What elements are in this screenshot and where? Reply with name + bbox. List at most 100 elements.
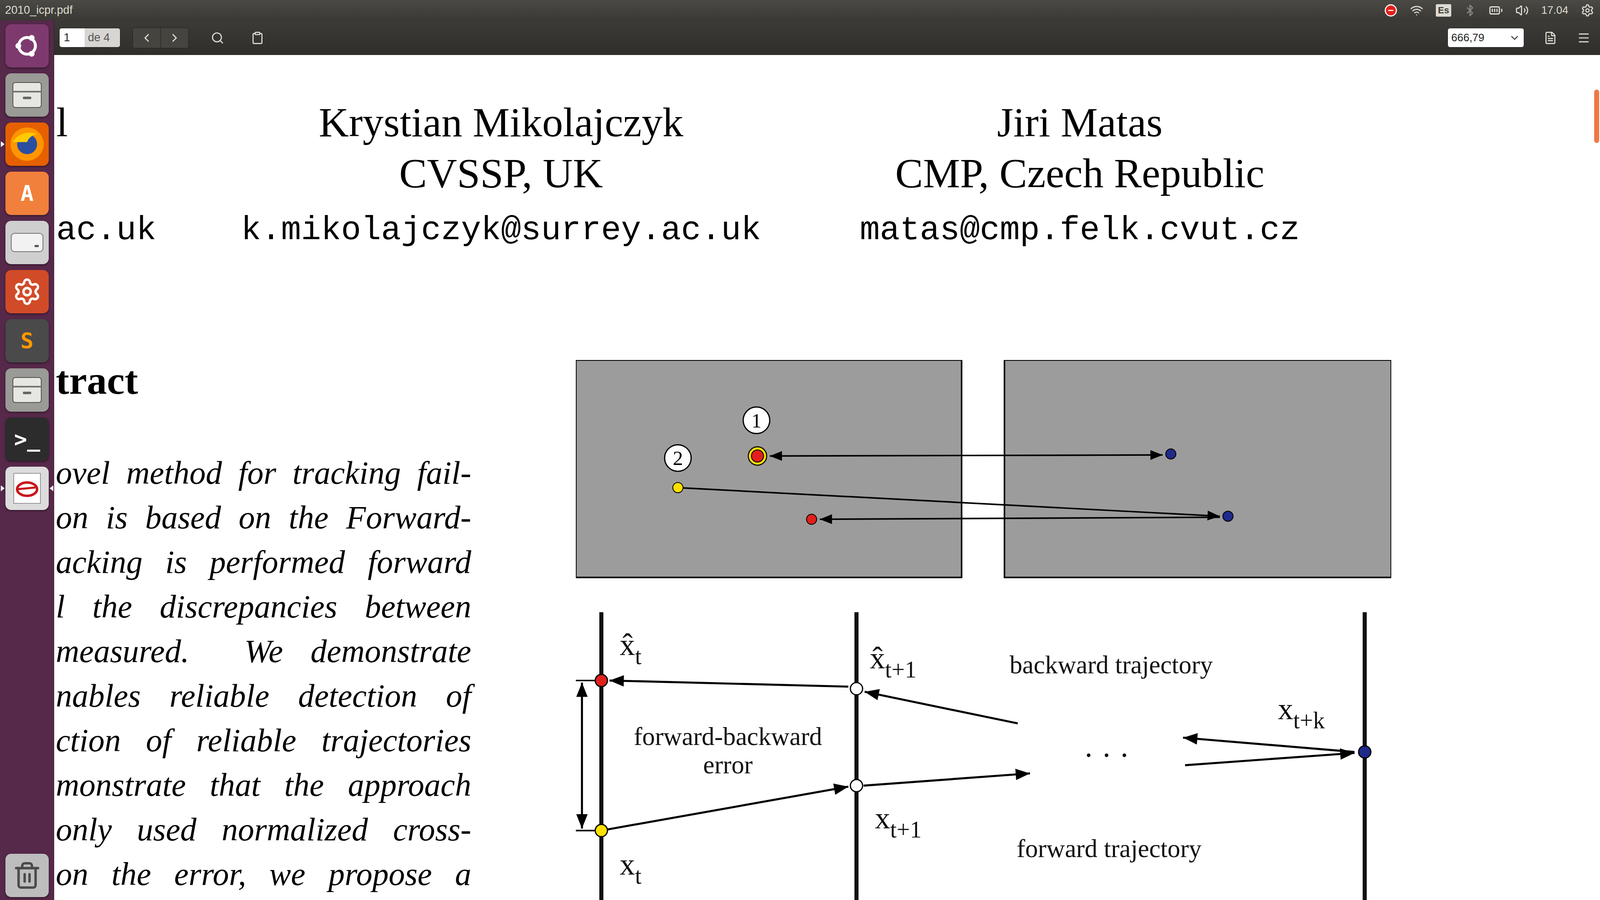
point-label: xt — [619, 847, 642, 889]
files-icon — [10, 373, 44, 407]
author-name: Krystian Mikolajczyk — [211, 97, 791, 148]
active-indicator — [49, 485, 54, 492]
launcher-item[interactable] — [0, 850, 55, 900]
battery-icon[interactable] — [1488, 3, 1503, 18]
sidebar-button[interactable] — [246, 27, 269, 49]
launcher-item[interactable] — [0, 365, 55, 415]
trajectory-point — [595, 824, 608, 837]
authors: lac.ukKrystian MikolajczykCVSSP, UKk.mik… — [54, 55, 1600, 252]
zoom-field[interactable]: 666,79 — [1447, 27, 1525, 48]
body: tractovel method for tracking fail-on is… — [54, 355, 1600, 900]
document-page: lac.ukKrystian MikolajczykCVSSP, UKk.mik… — [54, 55, 1600, 900]
document-viewer: 1de 4 666,79 l ac.uk Krystian MikolajczykCVS… — [54, 20, 1600, 900]
backward-label: backward trajectory — [1009, 650, 1213, 679]
author-name: l — [56, 97, 212, 148]
volume-icon[interactable] — [1515, 3, 1529, 18]
clock[interactable]: 17.04 — [1541, 2, 1569, 19]
abstract-line: monstrate that the approach — [55, 762, 472, 808]
abstract-line: acking is performed forward — [55, 539, 472, 585]
author-affiliation: CVSSP, UK — [211, 147, 791, 199]
document-viewer-icon — [9, 470, 45, 506]
search-icon — [210, 31, 225, 45]
abstract-line: only used normalized cross- — [55, 807, 472, 852]
backward-arrow — [864, 691, 1018, 724]
files-icon — [10, 78, 44, 112]
author: l ac.uk — [54, 97, 212, 252]
launcher-item[interactable]: S — [0, 316, 55, 366]
launcher-item[interactable] — [0, 119, 55, 169]
previous-page-button[interactable] — [132, 27, 161, 48]
abstract-line: on the error, we propose a — [55, 851, 472, 897]
forward-arrow — [601, 786, 849, 831]
tracked-point — [748, 446, 767, 465]
stop-icon[interactable] — [1384, 3, 1398, 18]
point-label: x̂t — [619, 627, 642, 670]
trajectory-point — [850, 682, 863, 695]
forward-label: forward trajectory — [1016, 834, 1202, 863]
abstract-line: ovel method for tracking fail- — [55, 450, 472, 495]
drive-icon — [9, 230, 45, 255]
launcher-tile: A — [5, 171, 49, 215]
launcher-item[interactable] — [0, 463, 55, 513]
abstract-line: measured. We demonstrate — [55, 628, 472, 674]
chevron-down-icon — [1508, 32, 1521, 44]
page-field[interactable]: 1de 4 — [59, 27, 121, 48]
page-nav — [132, 27, 189, 49]
tracked-point — [672, 482, 683, 493]
forward-arrow — [1185, 752, 1355, 765]
figure-column: 12x̂txtx̂t+1xt+1xt+kforward-backwarderro… — [575, 360, 1392, 900]
launcher-tile — [5, 368, 49, 412]
launcher-item[interactable] — [0, 21, 55, 71]
point-label: x̂t+1 — [869, 641, 917, 683]
launcher-item[interactable] — [0, 217, 55, 268]
gear-icon[interactable] — [1580, 3, 1595, 18]
next-page-button[interactable] — [160, 27, 189, 48]
chevron-right-icon — [167, 31, 182, 45]
launcher-tile — [5, 220, 49, 265]
photo-frame — [1004, 360, 1392, 578]
svg-text:1: 1 — [751, 409, 762, 433]
track-arrow — [677, 487, 1220, 517]
launcher-tile: S — [5, 319, 49, 363]
firefox-icon — [8, 125, 46, 163]
desktop: 2010_icpr.pdf Es 17.04 A S >_ 1de 4 666,79 l ac.u… — [0, 0, 1600, 900]
workspace: A S >_ 1de 4 666,79 l ac.uk Krystian Mikolajczy… — [0, 20, 1600, 900]
point-number: 1 — [743, 407, 770, 434]
window-title: 2010_icpr.pdf — [0, 1, 73, 19]
ellipsis: · · · — [1083, 738, 1130, 773]
launcher-item[interactable]: >_ — [0, 414, 55, 464]
abstract-line: l the discrepancies between — [55, 584, 472, 629]
author-email: ac.uk — [56, 209, 212, 252]
launcher-tile — [5, 466, 49, 510]
abstract-line: ction of reliable trajectories — [55, 717, 472, 763]
launcher-item[interactable]: A — [0, 168, 55, 218]
bluetooth-icon[interactable] — [1463, 4, 1477, 17]
launcher-tile — [5, 122, 49, 166]
launcher-item[interactable] — [0, 70, 55, 120]
backward-arrow — [1182, 737, 1355, 752]
photo-frame — [575, 360, 962, 578]
launcher-glyph: >_ — [14, 428, 41, 450]
launcher-tile — [5, 73, 49, 117]
author-email: matas@cmp.felk.cvut.cz — [790, 209, 1370, 252]
launcher-tile: >_ — [5, 417, 49, 461]
tracked-point — [1222, 511, 1233, 522]
forward-arrow — [863, 773, 1030, 786]
point-label: xt+1 — [875, 801, 922, 843]
scrollbar-thumb[interactable] — [1594, 89, 1600, 143]
search-button[interactable] — [206, 27, 229, 49]
wifi-icon[interactable] — [1410, 3, 1424, 18]
ubuntu-logo-icon — [12, 31, 42, 61]
error-label: error — [702, 750, 753, 779]
author-affiliation: CMP, Czech Republic — [790, 147, 1370, 199]
point-label: xt+k — [1277, 692, 1325, 734]
chevron-left-icon — [140, 31, 154, 45]
launcher-item[interactable] — [0, 267, 55, 317]
launcher-glyph: A — [20, 182, 34, 205]
track-arrow — [819, 517, 1220, 520]
keyboard-layout[interactable]: Es — [1435, 4, 1452, 17]
launcher-tile — [5, 24, 49, 68]
gear-icon — [12, 277, 42, 307]
menu-button[interactable] — [1572, 27, 1595, 49]
annotations-button[interactable] — [1539, 27, 1562, 49]
